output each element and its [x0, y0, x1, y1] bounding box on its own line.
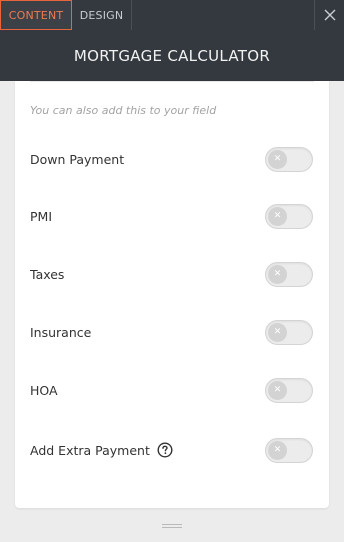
option-row-pmi: PMI ✕ — [15, 201, 329, 231]
toggle-knob: ✕ — [268, 206, 287, 226]
toggle-knob: ✕ — [268, 149, 287, 169]
x-icon: ✕ — [273, 326, 282, 337]
option-row-extra-payment: Add Extra Payment ✕ — [15, 435, 329, 465]
close-icon — [324, 9, 335, 21]
panel-header: MORTGAGE CALCULATOR — [0, 30, 344, 81]
tab-content[interactable]: CONTENT — [0, 0, 72, 30]
x-icon: ✕ — [273, 210, 282, 221]
x-icon: ✕ — [273, 384, 282, 395]
option-label: Down Payment — [30, 151, 125, 167]
down-payment-toggle[interactable]: ✕ — [265, 146, 313, 172]
close-button[interactable] — [314, 0, 344, 30]
drag-handle-icon[interactable] — [162, 524, 182, 530]
option-row-hoa: HOA ✕ — [15, 375, 329, 405]
extra-payment-toggle[interactable]: ✕ — [265, 437, 313, 463]
option-label: Insurance — [30, 324, 92, 340]
divider — [30, 81, 314, 82]
option-row-insurance: Insurance ✕ — [15, 317, 329, 347]
option-row-down-payment: Down Payment ✕ — [15, 144, 329, 174]
hoa-toggle[interactable]: ✕ — [265, 377, 313, 403]
insurance-toggle[interactable]: ✕ — [265, 319, 313, 345]
toggle-knob: ✕ — [268, 322, 287, 342]
toggle-knob: ✕ — [268, 380, 287, 400]
option-label: Taxes — [30, 266, 65, 282]
toggle-knob: ✕ — [268, 264, 287, 284]
tab-bar: CONTENT DESIGN — [0, 0, 344, 30]
hint-text: You can also add this to your field — [30, 104, 217, 117]
option-row-taxes: Taxes ✕ — [15, 259, 329, 289]
taxes-toggle[interactable]: ✕ — [265, 261, 313, 287]
question-circle-icon[interactable] — [157, 442, 173, 458]
settings-card: You can also add this to your field Down… — [15, 81, 329, 508]
option-label-with-help: Add Extra Payment — [30, 442, 173, 458]
page-title: MORTGAGE CALCULATOR — [73, 46, 271, 65]
option-label: PMI — [30, 208, 53, 224]
pmi-toggle[interactable]: ✕ — [265, 203, 313, 229]
x-icon: ✕ — [273, 268, 282, 279]
option-label: Add Extra Payment — [30, 442, 150, 458]
toggle-knob: ✕ — [268, 440, 287, 460]
tab-design[interactable]: DESIGN — [72, 0, 132, 30]
x-icon: ✕ — [273, 444, 282, 455]
tab-bar-spacer — [132, 0, 314, 30]
option-label: HOA — [30, 382, 58, 398]
x-icon: ✕ — [273, 153, 282, 164]
